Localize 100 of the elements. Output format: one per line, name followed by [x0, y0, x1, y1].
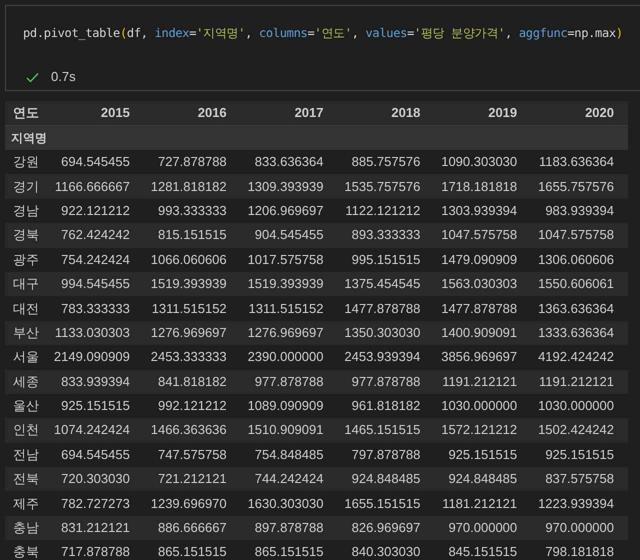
table-cell: 841.818182 — [144, 370, 241, 394]
table-cell: 2453.333333 — [144, 345, 241, 370]
table-cell: 1400.909091 — [434, 320, 532, 346]
table-cell: 1535.757576 — [337, 174, 434, 199]
row-label: 경기 — [5, 174, 47, 199]
row-label: 충남 — [5, 516, 47, 540]
table-cell: 1239.696970 — [144, 491, 241, 516]
table-cell: 885.757576 — [337, 150, 434, 174]
table-cell: 1375.454545 — [337, 272, 434, 296]
table-cell: 1630.303030 — [240, 491, 338, 516]
table-cell: 840.303030 — [337, 540, 434, 560]
columns-name-header: 연도 — [5, 101, 47, 125]
table-cell: 1089.090909 — [240, 394, 338, 418]
column-header: 2018 — [337, 101, 434, 125]
row-label: 제주 — [5, 491, 47, 516]
table-cell-text: 1477.878788 — [343, 300, 422, 318]
table-cell: 1309.393939 — [240, 174, 338, 199]
table-cell: 1030.000000 — [434, 394, 532, 418]
table-cell: 994.545455 — [47, 272, 144, 296]
table-cell: 2149.090909 — [47, 345, 144, 370]
table-cell: 4192.424242 — [531, 345, 628, 370]
table-cell: 1206.969697 — [240, 198, 338, 224]
table-cell: 782.727273 — [47, 491, 144, 516]
table-cell-text: 783.333333 — [60, 300, 131, 318]
table-cell: 1281.818182 — [144, 174, 241, 199]
table-cell-text: 1311.515152 — [248, 300, 324, 318]
column-header: 2019 — [434, 101, 532, 125]
table-cell: 1465.151515 — [337, 418, 434, 443]
table-cell: 893.333333 — [337, 223, 434, 248]
row-label: 세종 — [5, 370, 47, 394]
table-cell: 1074.242424 — [47, 418, 144, 443]
table-cell: 1519.393939 — [144, 272, 241, 296]
table-cell: 1563.030303 — [434, 272, 532, 296]
table-cell: 1276.969697 — [240, 320, 338, 346]
table-cell: 925.151515 — [434, 442, 532, 468]
table-cell: 754.242424 — [47, 248, 144, 272]
table-cell: 1655.757576 — [531, 174, 628, 199]
table-cell: 1466.363636 — [144, 418, 241, 443]
table-cell: 1550.606061 — [531, 272, 628, 296]
table-cell: 897.878788 — [240, 516, 338, 540]
table-cell-text: 1311.515152 — [150, 300, 228, 318]
table-cell: 1350.303030 — [337, 320, 434, 346]
table-cell: 992.121212 — [144, 394, 241, 418]
table-cell: 826.969697 — [337, 516, 434, 540]
table-cell: 744.242424 — [240, 467, 338, 492]
row-label: 대구 — [5, 272, 47, 296]
column-header: 2016 — [144, 101, 241, 125]
table-cell: 865.151515 — [240, 540, 338, 560]
table-cell: 754.848485 — [240, 442, 338, 468]
table-cell: 1655.151515 — [337, 491, 434, 516]
table-cell: 1030.000000 — [531, 394, 628, 418]
code-line: pd.pivot_table(df, index='지역명', columns='연도', values='평당 분양가격', aggfunc=np.max) — [23, 25, 623, 41]
table-cell: 1502.424242 — [531, 418, 628, 443]
table-cell: 995.151515 — [337, 248, 434, 272]
table-cell: 1122.121212 — [337, 198, 434, 224]
table-cell: 1191.212121 — [434, 370, 532, 394]
row-label: 대전 — [12, 300, 40, 318]
table-cell: 1047.575758 — [434, 223, 532, 248]
table-cell: 924.848485 — [434, 467, 532, 492]
table-cell: 904.545455 — [240, 223, 338, 248]
table-cell: 1181.212121 — [434, 491, 532, 516]
row-label: 인천 — [5, 418, 47, 443]
table-cell: 762.424242 — [47, 223, 144, 248]
table-cell: 1047.575758 — [531, 223, 628, 248]
table-cell: 970.000000 — [434, 516, 532, 540]
table-cell-text: 1477.878788 — [440, 300, 518, 318]
table-cell: 694.545455 — [47, 442, 144, 468]
table-cell: 833.939394 — [47, 370, 144, 394]
table-cell: 798.181818 — [531, 540, 628, 560]
row-label: 충북 — [5, 540, 47, 560]
row-label: 전남 — [5, 442, 47, 468]
row-label: 울산 — [5, 394, 47, 418]
table-cell: 922.121212 — [47, 198, 144, 224]
table-cell: 925.151515 — [47, 394, 144, 418]
column-header: 2015 — [47, 101, 144, 125]
table-cell-text: 1363.636364 — [537, 300, 615, 318]
table-cell: 970.000000 — [531, 516, 628, 540]
table-cell: 924.848485 — [337, 467, 434, 492]
table-cell: 2390.000000 — [240, 345, 338, 370]
table-cell: 1166.666667 — [47, 174, 144, 199]
table-cell: 837.575758 — [531, 467, 628, 492]
table-cell: 2453.939394 — [337, 345, 434, 370]
table-cell: 1303.939394 — [434, 198, 532, 224]
table-cell: 886.666667 — [144, 516, 241, 540]
table-cell: 1510.909091 — [240, 418, 338, 443]
execution-time: 0.7s — [51, 68, 76, 86]
row-label: 경남 — [5, 198, 47, 224]
table-cell: 1183.636364 — [531, 150, 628, 174]
table-cell: 977.878788 — [240, 370, 338, 394]
row-label: 전북 — [5, 467, 47, 492]
table-cell: 815.151515 — [144, 223, 241, 248]
table-cell: 1519.393939 — [240, 272, 338, 296]
table-cell: 925.151515 — [531, 442, 628, 468]
table-cell: 1306.060606 — [531, 248, 628, 272]
table-cell: 1133.030303 — [47, 320, 144, 346]
table-cell: 694.545455 — [47, 150, 144, 174]
code-cell[interactable]: pd.pivot_table(df, index='지역명', columns='연도', values='평당 분양가격', aggfunc=np.max) 0.7s — [5, 5, 640, 91]
table-cell: 833.636364 — [240, 150, 338, 174]
table-cell: 797.878788 — [337, 442, 434, 468]
row-label: 서울 — [5, 345, 47, 370]
